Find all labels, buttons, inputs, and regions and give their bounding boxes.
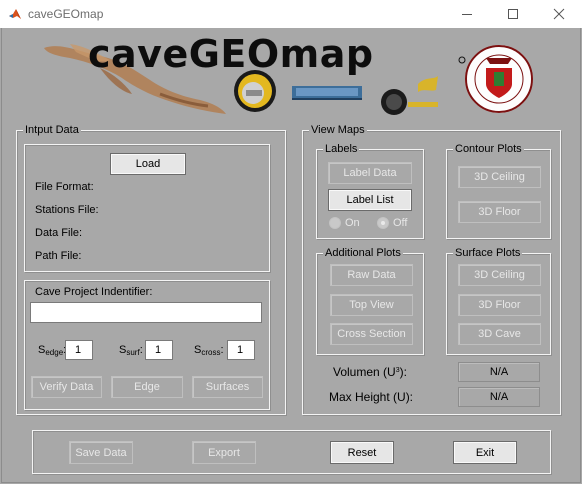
cave-project-label: Cave Project Indentifier: (35, 286, 153, 298)
radio-on-dot[interactable] (329, 217, 341, 229)
surface-3d-ceiling-button[interactable]: 3D Ceiling (458, 264, 541, 286)
contour-3d-floor-button[interactable]: 3D Floor (458, 201, 541, 223)
surface-3d-floor-button[interactable]: 3D Floor (458, 294, 541, 316)
label-data-button[interactable]: Label Data (328, 162, 412, 184)
verify-data-button[interactable]: Verify Data (31, 376, 102, 398)
radio-off-label: Off (393, 217, 408, 229)
exit-button[interactable]: Exit (453, 441, 517, 464)
input-data-panel-title: Intput Data (23, 124, 81, 137)
maximize-icon[interactable] (490, 0, 536, 28)
matlab-icon (8, 7, 22, 21)
surfaces-button[interactable]: Surfaces (192, 376, 263, 398)
s-surf-label: Ssurf: (119, 344, 143, 357)
export-button[interactable]: Export (192, 441, 256, 464)
reset-button[interactable]: Reset (330, 441, 394, 464)
s-cross-input[interactable]: 1 (227, 340, 255, 360)
surface-3d-cave-button[interactable]: 3D Cave (458, 323, 541, 345)
banner: caveGEOmap (40, 32, 540, 120)
ucon-logo (292, 86, 362, 100)
contour-3d-ceiling-button[interactable]: 3D Ceiling (458, 166, 541, 188)
minimize-icon[interactable] (444, 0, 490, 28)
satellite-emblem-logo (381, 76, 438, 115)
top-view-button[interactable]: Top View (330, 294, 413, 316)
s-surf-subscript: surf (126, 348, 140, 357)
view-maps-panel-title: View Maps (309, 124, 367, 137)
window-title: caveGEOmap (28, 7, 104, 21)
radio-on[interactable]: On (329, 217, 360, 229)
s-edge-subscript: edge (45, 348, 64, 357)
file-format-label: File Format: (35, 181, 94, 193)
banner-title: caveGEOmap (88, 32, 374, 76)
volume-value: N/A (458, 362, 540, 382)
s-cross-subscript: cross (201, 348, 221, 357)
s-edge-input[interactable]: 1 (65, 340, 93, 360)
path-file-label: Path File: (35, 250, 82, 262)
university-crest-seal (465, 45, 533, 113)
edge-button[interactable]: Edge (111, 376, 183, 398)
save-data-button[interactable]: Save Data (69, 441, 133, 464)
raw-data-button[interactable]: Raw Data (330, 264, 413, 286)
radio-off-dot[interactable] (377, 217, 389, 229)
cross-section-button[interactable]: Cross Section (330, 323, 413, 345)
data-file-label: Data File: (35, 227, 83, 239)
s-surf-input[interactable]: 1 (145, 340, 173, 360)
label-list-button[interactable]: Label List (328, 189, 412, 211)
surface-plots-panel-title: Surface Plots (453, 247, 523, 260)
contour-plots-panel-title: Contour Plots (453, 143, 524, 156)
additional-plots-panel-title: Additional Plots (323, 247, 403, 260)
stations-file-label: Stations File: (35, 204, 99, 216)
window-titlebar: caveGEOmap (0, 0, 582, 28)
load-button[interactable]: Load (110, 153, 186, 175)
close-icon[interactable] (536, 0, 582, 28)
s-edge-label: Sedge: (38, 344, 66, 357)
contour-plots-panel: Contour Plots (446, 143, 551, 239)
max-height-label: Max Height (U): (329, 390, 414, 404)
volume-label-text: Volumen (U (333, 365, 396, 379)
volume-label: Volumen (U3): (333, 365, 407, 379)
round-badge-logo (234, 70, 276, 112)
radio-on-label: On (345, 217, 360, 229)
volume-label-suffix: ): (399, 365, 407, 379)
labels-panel-title: Labels (323, 143, 360, 156)
s-cross-label: Scross: (194, 344, 224, 357)
max-height-value: N/A (458, 387, 540, 407)
cave-project-input[interactable] (30, 302, 262, 323)
radio-off[interactable]: Off (377, 217, 407, 229)
